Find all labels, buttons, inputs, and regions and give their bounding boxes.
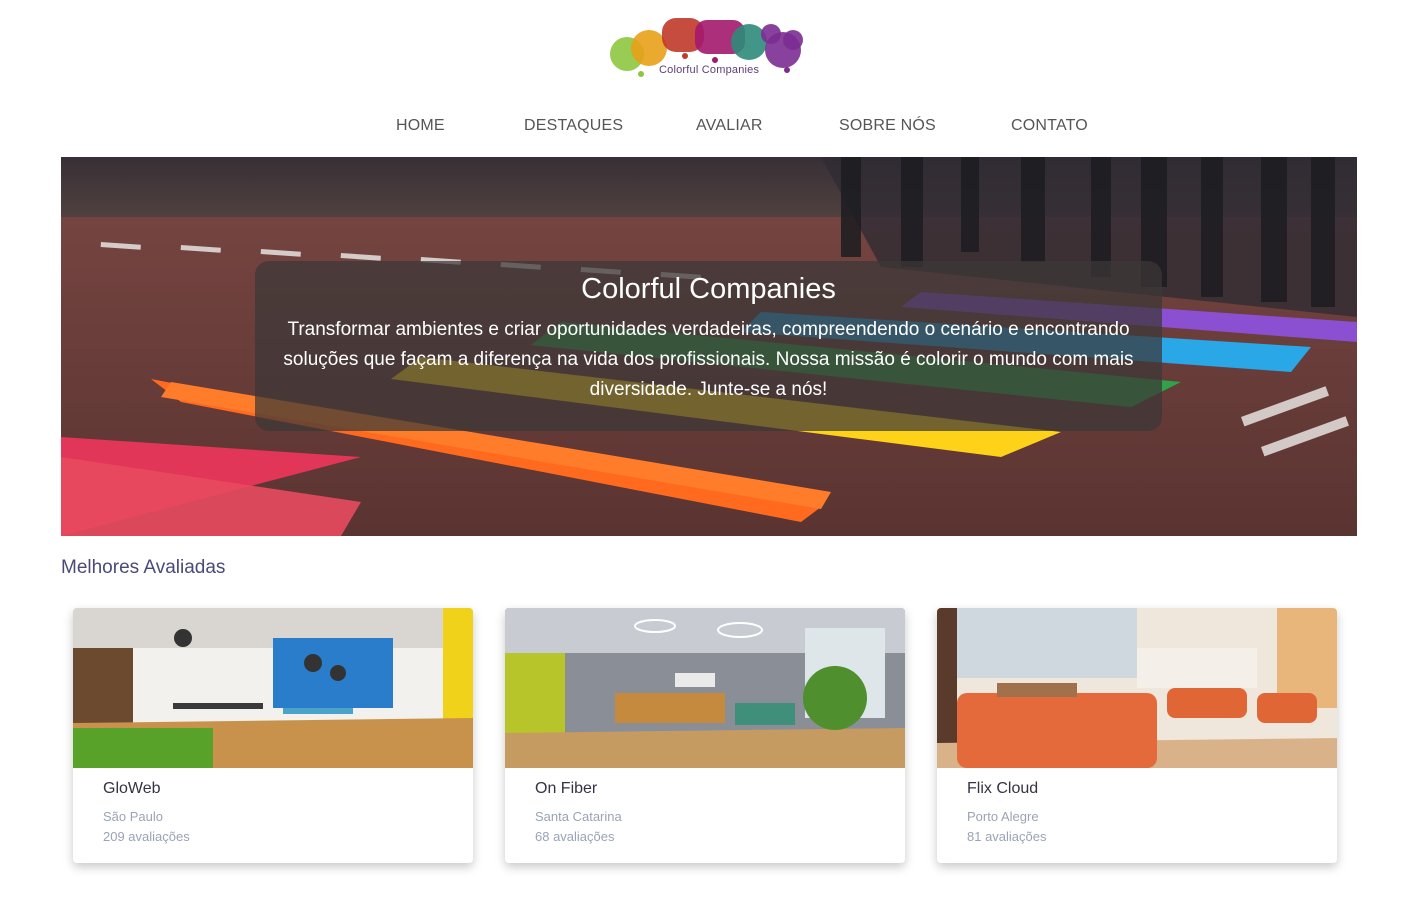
hero-title: Colorful Companies — [581, 273, 836, 305]
company-review-count: 209 avaliações — [103, 829, 190, 844]
section-title: Melhores Avaliadas — [61, 557, 226, 578]
logo-text: Colorful Companies — [659, 64, 760, 76]
nav-item-avaliar[interactable]: AVALIAR — [696, 117, 763, 135]
company-card-image — [505, 608, 905, 768]
hero-text: Transformar ambientes e criar oportunida… — [283, 319, 1134, 400]
hero-overlay: Colorful Companies Transformar ambientes… — [255, 261, 1162, 431]
company-card[interactable]: GloWeb São Paulo 209 avaliações — [73, 608, 473, 863]
company-card-image — [73, 608, 473, 768]
company-card[interactable]: Flix Cloud Porto Alegre 81 avaliações — [937, 608, 1337, 863]
nav-item-destaques[interactable]: DESTAQUES — [524, 117, 623, 135]
company-name: GloWeb — [103, 780, 161, 797]
hero-banner: Colorful Companies Transformar ambientes… — [61, 157, 1357, 536]
company-name: Flix Cloud — [967, 780, 1039, 797]
nav-item-contato[interactable]: CONTATO — [1011, 117, 1088, 135]
company-city: Santa Catarina — [535, 809, 622, 824]
company-card[interactable]: On Fiber Santa Catarina 68 avaliações — [505, 608, 905, 863]
nav-item-sobre-nos[interactable]: SOBRE NÓS — [839, 117, 936, 135]
company-city: São Paulo — [103, 809, 163, 824]
main-nav: HOME DESTAQUES AVALIAR SOBRE NÓS CONTATO — [0, 117, 1421, 141]
company-review-count: 68 avaliações — [535, 829, 615, 844]
company-name: On Fiber — [535, 780, 598, 797]
logo[interactable]: Colorful Companies — [605, 12, 815, 82]
company-card-image — [937, 608, 1337, 768]
company-city: Porto Alegre — [967, 809, 1039, 824]
nav-item-home[interactable]: HOME — [396, 117, 445, 135]
company-review-count: 81 avaliações — [967, 829, 1047, 844]
